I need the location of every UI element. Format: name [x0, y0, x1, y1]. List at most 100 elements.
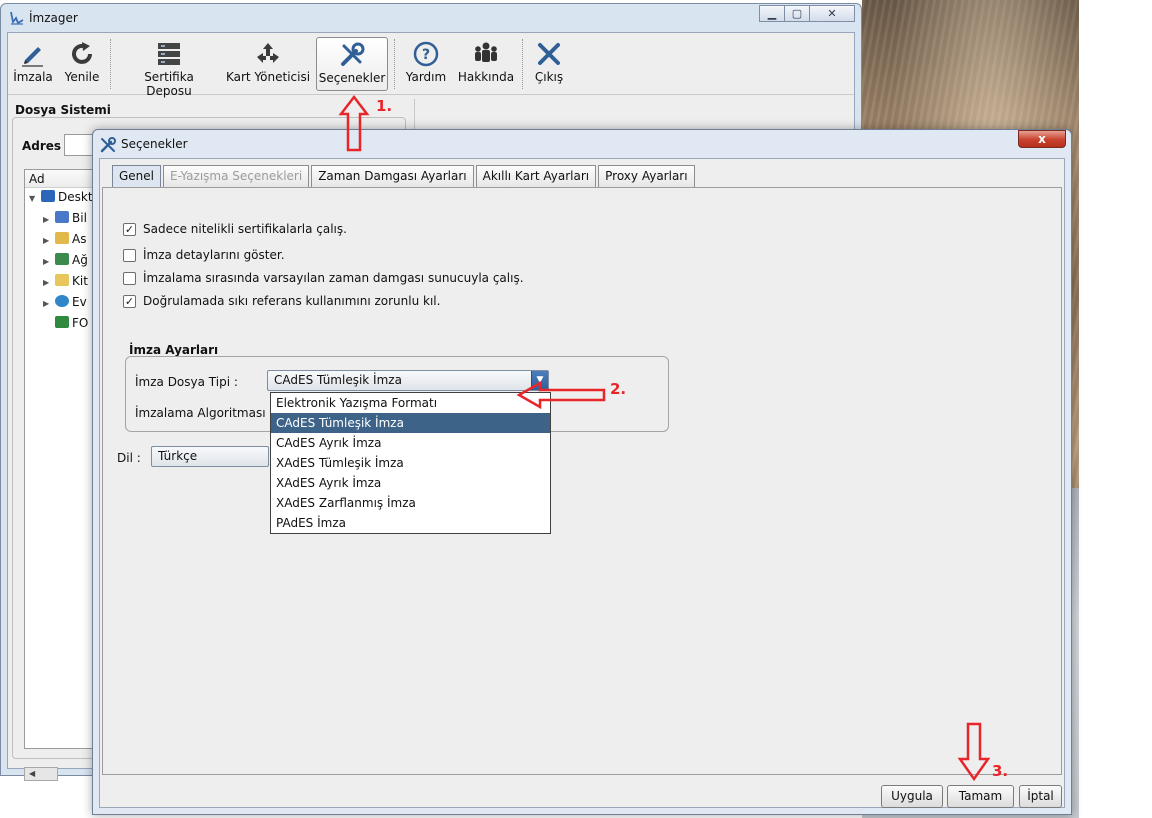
- tab-bar: Genel E-Yazışma Seçenekleri Zaman Damgas…: [112, 165, 697, 187]
- tree-item[interactable]: ▶ As: [43, 232, 86, 252]
- signature-algorithm-label: İmzalama Algoritması :: [135, 406, 274, 420]
- annotation-arrow-left: [516, 380, 606, 410]
- pen-icon: [22, 47, 43, 67]
- card-manager-icon: [257, 43, 279, 63]
- toolbar-label-options: Seçenekler: [318, 71, 386, 85]
- refresh-icon: [72, 42, 92, 64]
- language-label: Dil :: [117, 451, 141, 465]
- maximize-icon: ▢: [791, 7, 803, 20]
- checkbox-default-timestamp[interactable]: İmzalama sırasında varsayılan zaman damg…: [123, 269, 524, 287]
- toolbar-label-card-manager: Kart Yöneticisi: [225, 70, 311, 84]
- checkbox-label: Sadece nitelikli sertifikalarla çalış.: [143, 222, 347, 236]
- network-icon: [55, 253, 69, 265]
- desktop-icon: [41, 190, 55, 202]
- tree-item[interactable]: ▶ Ağ: [43, 253, 88, 273]
- tree-item[interactable]: ▶ Kit: [43, 274, 88, 294]
- tree-item[interactable]: ▶ Bil: [43, 211, 87, 231]
- checkbox-qualified-certs[interactable]: ✓ Sadece nitelikli sertifikalarla çalış.: [123, 220, 347, 238]
- annotation-step-2: 2.: [610, 380, 627, 398]
- svg-text:?: ?: [422, 47, 430, 63]
- combo-value: Türkçe: [158, 449, 198, 463]
- tree-expand-icon[interactable]: ▶: [43, 257, 55, 266]
- address-label: Adres :: [22, 139, 71, 153]
- annotation-step-1: 1.: [376, 97, 393, 115]
- tools-icon: [341, 42, 365, 66]
- exit-icon: [538, 43, 560, 65]
- dropdown-option[interactable]: XAdES Zarflanmış İmza: [271, 493, 550, 513]
- tools-icon: [100, 137, 116, 153]
- dropdown-option[interactable]: PAdES İmza: [271, 513, 550, 533]
- dialog-title: Seçenekler: [121, 137, 188, 151]
- annotation-step-3: 3.: [992, 762, 1009, 780]
- dropdown-option[interactable]: CAdES Ayrık İmza: [271, 433, 550, 453]
- homegroup-icon: [55, 295, 69, 307]
- checkbox-label: İmzalama sırasında varsayılan zaman damg…: [143, 271, 524, 285]
- dialog-close-button[interactable]: x: [1018, 130, 1066, 148]
- toolbar-button-card-manager[interactable]: Kart Yöneticisi: [224, 37, 312, 91]
- toolbar-button-options[interactable]: Seçenekler: [316, 37, 388, 91]
- toolbar-button-certificate-store[interactable]: Sertifika Deposu: [120, 37, 218, 98]
- checkbox-checked[interactable]: ✓: [123, 294, 136, 308]
- signature-file-type-dropdown[interactable]: Elektronik Yazışma Formatı CAdES Tümleşi…: [270, 392, 551, 534]
- tab-proxy-settings[interactable]: Proxy Ayarları: [598, 165, 695, 187]
- apply-button[interactable]: Uygula: [881, 785, 943, 808]
- toolbar-label-exit: Çıkış: [534, 70, 564, 84]
- language-combo[interactable]: Türkçe: [151, 446, 269, 467]
- tab-general[interactable]: Genel: [112, 165, 162, 187]
- toolbar-button-sign[interactable]: İmzala: [10, 37, 56, 91]
- dropdown-option[interactable]: XAdES Tümleşik İmza: [271, 453, 550, 473]
- checkbox-unchecked[interactable]: [123, 271, 136, 285]
- close-icon: x: [1038, 132, 1046, 146]
- checkbox-label: Doğrulamada sıkı referans kullanımını zo…: [143, 294, 441, 308]
- checkbox-strict-reference[interactable]: ✓ Doğrulamada sıkı referans kullanımını …: [123, 292, 440, 310]
- close-icon: ✕: [827, 7, 837, 20]
- main-titlebar: İmzager ▁ ▢ ✕: [1, 4, 861, 32]
- toolbar-button-refresh[interactable]: Yenile: [60, 37, 104, 91]
- annotation-arrow-down: [957, 722, 991, 782]
- tree-expand-icon[interactable]: ▶: [43, 236, 55, 245]
- checkbox-label: İmza detaylarını göster.: [143, 248, 285, 262]
- signature-file-type-combo[interactable]: CAdES Tümleşik İmza ▼: [267, 370, 549, 391]
- combo-value: CAdES Tümleşik İmza: [274, 373, 402, 387]
- toolbar-separator: [522, 39, 523, 89]
- tab-smart-card-settings[interactable]: Akıllı Kart Ayarları: [475, 165, 597, 187]
- scroll-left-icon[interactable]: ◀: [29, 769, 35, 778]
- file-system-header: Dosya Sistemi: [15, 103, 111, 117]
- tab-timestamp-settings[interactable]: Zaman Damgası Ayarları: [311, 165, 474, 187]
- tab-e-correspondence: E-Yazışma Seçenekleri: [163, 165, 310, 187]
- toolbar-label-about: Hakkında: [457, 70, 515, 84]
- minimize-icon: ▁: [767, 7, 777, 20]
- maximize-button[interactable]: ▢: [784, 5, 810, 22]
- tree-expand-icon[interactable]: ▶: [43, 215, 55, 224]
- checkbox-unchecked[interactable]: [123, 248, 136, 262]
- checkbox-show-signature-details[interactable]: İmza detaylarını göster.: [123, 246, 285, 264]
- app-logo-icon: [10, 11, 24, 25]
- tree-expand-icon[interactable]: ▶: [43, 278, 55, 287]
- dropdown-option-selected[interactable]: CAdES Tümleşik İmza: [271, 413, 550, 433]
- tree-item[interactable]: ▶ Ev: [43, 295, 87, 315]
- options-dialog: Seçenekler x Genel E-Yazışma Seçenekleri…: [92, 129, 1072, 815]
- dialog-body: Genel E-Yazışma Seçenekleri Zaman Damgas…: [99, 158, 1065, 808]
- signature-file-type-label: İmza Dosya Tipi :: [135, 375, 238, 389]
- annotation-arrow-up: [338, 94, 370, 152]
- horizontal-scrollbar[interactable]: ◀: [24, 767, 58, 781]
- tree-expand-icon[interactable]: ▶: [43, 299, 55, 308]
- tree-item[interactable]: FO: [55, 316, 88, 336]
- people-icon: [475, 42, 497, 62]
- close-button[interactable]: ✕: [809, 5, 855, 22]
- toolbar-button-exit[interactable]: Çıkış: [528, 37, 570, 91]
- minimize-button[interactable]: ▁: [759, 5, 785, 22]
- tree-collapse-icon[interactable]: ▼: [29, 194, 41, 203]
- toolbar-button-help[interactable]: ? Yardım: [402, 37, 450, 91]
- tree-item-desktop[interactable]: ▼ Deskt: [29, 190, 93, 210]
- cancel-button[interactable]: İptal: [1019, 785, 1062, 808]
- general-tab-panel: ✓ Sadece nitelikli sertifikalarla çalış.…: [102, 187, 1062, 775]
- dropdown-option[interactable]: XAdES Ayrık İmza: [271, 473, 550, 493]
- user-folder-icon: [55, 232, 69, 244]
- dropdown-option[interactable]: Elektronik Yazışma Formatı: [271, 393, 550, 413]
- toolbar: İmzala Yenile Sertifika Deposu Kart Yöne…: [8, 33, 854, 98]
- computer-icon: [55, 211, 69, 223]
- ok-button[interactable]: Tamam: [947, 785, 1014, 808]
- toolbar-button-about[interactable]: Hakkında: [456, 37, 516, 91]
- checkbox-checked[interactable]: ✓: [123, 222, 136, 236]
